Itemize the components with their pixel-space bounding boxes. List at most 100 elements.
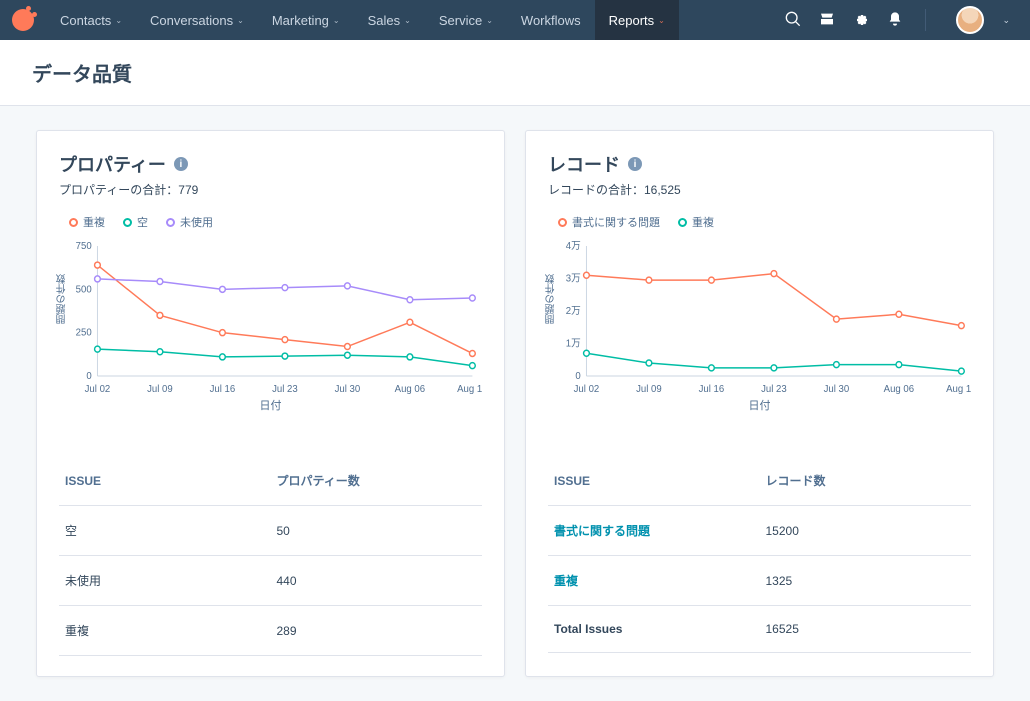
card-properties: プロパティー i プロパティーの合計：779 重複空未使用 問題の件数 0250…: [36, 130, 505, 677]
card-title: レコード: [548, 151, 620, 177]
chart-properties: 0250500750Jul 02Jul 09Jul 16Jul 23Jul 30…: [59, 236, 482, 396]
svg-text:0: 0: [575, 371, 581, 382]
col-count: プロパティー数: [271, 456, 483, 506]
nav-item-label: Service: [439, 13, 482, 28]
svg-text:Jul 09: Jul 09: [147, 384, 173, 395]
chevron-down-icon: ⌄: [115, 16, 122, 25]
nav-item-marketing[interactable]: Marketing⌄: [258, 0, 354, 40]
issue-label: Total Issues: [548, 606, 760, 653]
legend-label: 未使用: [180, 214, 213, 230]
legend-item: 重複: [69, 214, 105, 230]
marketplace-icon[interactable]: [819, 11, 835, 30]
chart-legend: 書式に関する問題 重複: [558, 214, 971, 230]
legend-dot: [678, 218, 687, 227]
x-axis-label: 日付: [548, 397, 971, 413]
issue-label: 未使用: [59, 556, 271, 606]
svg-text:Jul 02: Jul 02: [85, 384, 111, 395]
issue-label[interactable]: 書式に関する問題: [548, 506, 760, 556]
issue-label[interactable]: 重複: [548, 556, 760, 606]
svg-text:500: 500: [76, 284, 93, 295]
issue-label: 重複: [59, 606, 271, 656]
nav-item-label: Sales: [368, 13, 401, 28]
table-row: 重複1325: [548, 556, 971, 606]
legend-label: 空: [137, 214, 148, 230]
svg-text:Jul 09: Jul 09: [636, 384, 662, 395]
page-title: データ品質: [32, 58, 998, 87]
nav-item-reports[interactable]: Reports⌄: [595, 0, 679, 40]
y-axis-label: 問題の件数: [544, 274, 559, 324]
svg-text:1万: 1万: [566, 338, 581, 349]
svg-text:Aug 13: Aug 13: [946, 384, 971, 395]
legend-item: 書式に関する問題: [558, 214, 660, 230]
col-count: レコード数: [760, 456, 972, 506]
issue-count: 1325: [760, 556, 972, 606]
chevron-down-icon: ⌄: [404, 16, 411, 25]
nav-separator: [925, 9, 926, 31]
nav-item-workflows[interactable]: Workflows: [507, 0, 595, 40]
issue-count: 16525: [760, 606, 972, 653]
issues-table-properties: ISSUE プロパティー数 空50未使用440重複289: [59, 456, 482, 656]
svg-text:Jul 23: Jul 23: [272, 384, 298, 395]
y-axis-label: 問題の件数: [55, 274, 70, 324]
chart-records: 01万2万3万4万Jul 02Jul 09Jul 16Jul 23Jul 30A…: [548, 236, 971, 396]
avatar[interactable]: [956, 6, 984, 34]
x-axis-label: 日付: [59, 397, 482, 413]
svg-text:Jul 23: Jul 23: [761, 384, 787, 395]
nav-item-service[interactable]: Service⌄: [425, 0, 507, 40]
table-row: 重複289: [59, 606, 482, 656]
top-nav: Contacts⌄Conversations⌄Marketing⌄Sales⌄S…: [0, 0, 1030, 40]
svg-text:750: 750: [76, 241, 93, 252]
svg-text:Aug 13: Aug 13: [457, 384, 482, 395]
cards-row: プロパティー i プロパティーの合計：779 重複空未使用 問題の件数 0250…: [0, 106, 1030, 701]
chart-legend: 重複 空 未使用: [69, 214, 482, 230]
issue-count: 289: [271, 606, 483, 656]
legend-item: 未使用: [166, 214, 213, 230]
nav-item-label: Contacts: [60, 13, 111, 28]
svg-text:2万: 2万: [566, 306, 581, 317]
hubspot-logo[interactable]: [12, 9, 34, 31]
card-records: レコード i レコードの合計：16,525 書式に関する問題重複 問題の件数 0…: [525, 130, 994, 677]
svg-text:Jul 30: Jul 30: [824, 384, 850, 395]
legend-label: 重複: [83, 214, 105, 230]
svg-text:250: 250: [76, 328, 93, 339]
nav-item-conversations[interactable]: Conversations⌄: [136, 0, 258, 40]
gear-icon[interactable]: [853, 11, 869, 30]
svg-text:0: 0: [86, 371, 92, 382]
legend-label: 重複: [692, 214, 714, 230]
legend-dot: [69, 218, 78, 227]
info-icon[interactable]: i: [174, 157, 188, 171]
nav-items: Contacts⌄Conversations⌄Marketing⌄Sales⌄S…: [46, 0, 679, 40]
nav-item-label: Workflows: [521, 13, 581, 28]
svg-text:4万: 4万: [566, 241, 581, 252]
card-subtotal: レコードの合計：16,525: [548, 181, 971, 198]
issue-label: 空: [59, 506, 271, 556]
legend-item: 重複: [678, 214, 714, 230]
svg-text:3万: 3万: [566, 273, 581, 284]
col-issue: ISSUE: [59, 456, 271, 506]
card-title: プロパティー: [59, 151, 166, 177]
svg-text:Jul 16: Jul 16: [210, 384, 236, 395]
table-row: 空50: [59, 506, 482, 556]
issues-table-records: ISSUE レコード数 書式に関する問題15200重複1325Total Iss…: [548, 456, 971, 653]
search-icon[interactable]: [785, 11, 801, 30]
svg-text:Aug 06: Aug 06: [395, 384, 426, 395]
legend-dot: [558, 218, 567, 227]
nav-item-sales[interactable]: Sales⌄: [354, 0, 425, 40]
col-issue: ISSUE: [548, 456, 760, 506]
card-subtotal: プロパティーの合計：779: [59, 181, 482, 198]
nav-item-label: Marketing: [272, 13, 329, 28]
nav-item-label: Conversations: [150, 13, 233, 28]
nav-item-label: Reports: [609, 13, 655, 28]
legend-dot: [123, 218, 132, 227]
page-header: データ品質: [0, 40, 1030, 106]
bell-icon[interactable]: [887, 11, 903, 30]
legend-label: 書式に関する問題: [572, 214, 660, 230]
legend-dot: [166, 218, 175, 227]
issue-count: 15200: [760, 506, 972, 556]
nav-item-contacts[interactable]: Contacts ⌄: [46, 0, 136, 40]
table-row: 書式に関する問題15200: [548, 506, 971, 556]
svg-text:Jul 16: Jul 16: [699, 384, 725, 395]
table-row: Total Issues16525: [548, 606, 971, 653]
chevron-down-icon[interactable]: ⌄: [1002, 15, 1010, 26]
info-icon[interactable]: i: [628, 157, 642, 171]
